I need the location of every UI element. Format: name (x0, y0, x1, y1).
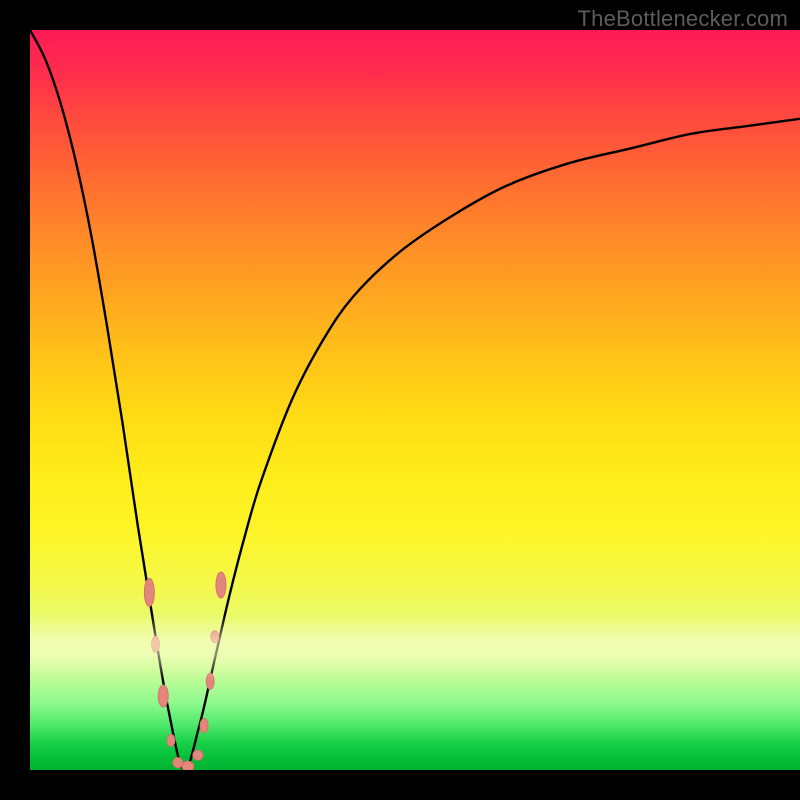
curve-marker (200, 719, 208, 733)
curve-marker (144, 578, 154, 606)
curve-marker (173, 758, 183, 768)
curve-markers (144, 572, 226, 770)
chart-frame: TheBottlenecker.com (0, 0, 800, 800)
bottleneck-curve (30, 30, 800, 770)
watermark-text: TheBottlenecker.com (578, 6, 788, 32)
curve-marker (167, 734, 175, 746)
curve-marker (152, 636, 160, 652)
plot-area (30, 30, 800, 770)
curve-marker (182, 761, 194, 770)
curve-marker (206, 673, 214, 689)
curve-marker (193, 750, 203, 760)
curve-marker (216, 572, 226, 598)
curve-marker (158, 685, 168, 707)
curve-marker (211, 631, 219, 643)
curve-layer (30, 30, 800, 770)
